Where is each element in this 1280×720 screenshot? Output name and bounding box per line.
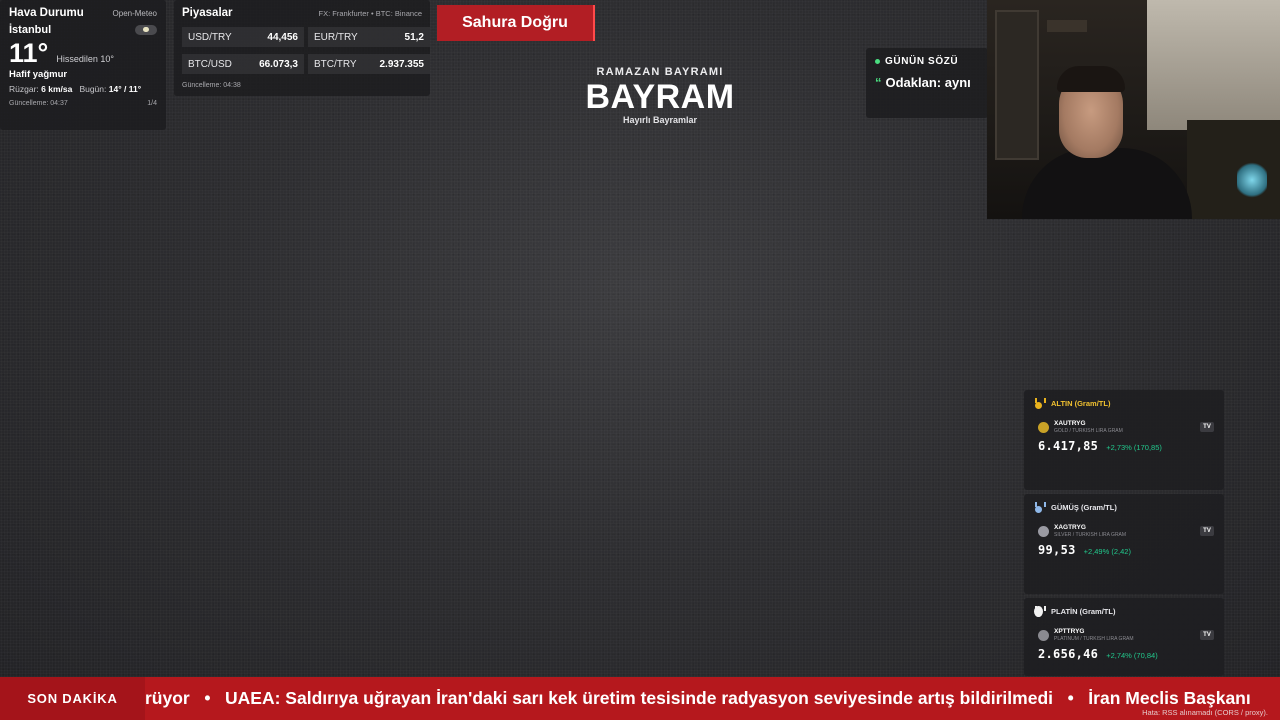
metal-card-gold: ALTIN (Gram/TL) XAUTRYG GOLD / TURKISH L… bbox=[1024, 390, 1224, 490]
medal-icon bbox=[1034, 398, 1046, 409]
tradingview-logo-icon[interactable]: TV bbox=[1200, 630, 1214, 640]
metal-price: 99,53 bbox=[1038, 543, 1076, 557]
breaking-news-text: rüyor • UAEA: Saldırıya uğrayan İran'dak… bbox=[145, 688, 1251, 708]
market-value: 51,2 bbox=[404, 31, 424, 43]
today-label: Bugün: bbox=[79, 84, 107, 94]
metal-title: GÜMÜŞ (Gram/TL) bbox=[1051, 503, 1117, 512]
market-eur-try: EUR/TRY 51,2 bbox=[308, 27, 430, 47]
weather-page-indicator: 1/4 bbox=[147, 100, 157, 107]
bayram-title-block: RAMAZAN BAYRAMI BAYRAM Hayırlı Bayramlar bbox=[560, 66, 760, 125]
live-dot-icon bbox=[875, 59, 880, 64]
metal-header: GÜMÜŞ (Gram/TL) bbox=[1034, 502, 1214, 513]
webcam-person-body bbox=[1022, 148, 1192, 219]
webcam-shelf bbox=[1047, 20, 1087, 32]
weather-temperature: 11° bbox=[9, 38, 49, 68]
metal-title: PLATİN (Gram/TL) bbox=[1051, 607, 1116, 616]
metal-ticker: XAGTRYG bbox=[1054, 524, 1086, 531]
wind-label: Rüzgar: bbox=[9, 84, 39, 94]
bayram-headline: BAYRAM bbox=[585, 78, 735, 116]
markets-widget: Piyasalar FX: Frankfurter • BTC: Binance… bbox=[174, 0, 430, 96]
market-symbol: BTC/TRY bbox=[314, 58, 357, 70]
weather-title: Hava Durumu bbox=[9, 7, 84, 19]
bayram-overline: RAMAZAN BAYRAMI bbox=[596, 66, 724, 78]
wind-value: 6 km/sa bbox=[41, 84, 73, 94]
ticker-error-message: Hata: RSS alınamadı (CORS / proxy). bbox=[1142, 708, 1268, 717]
metal-symbol-row: XAUTRYG GOLD / TURKISH LIRA GRAM TV bbox=[1038, 420, 1214, 434]
market-btc-usd: BTC/USD 66.073,3 bbox=[182, 54, 304, 74]
weather-updated: Güncelleme: 04:37 bbox=[9, 100, 68, 107]
weather-widget: Hava Durumu Open-Meteo İstanbul 11° Hiss… bbox=[0, 0, 166, 130]
metal-description: SILVER / TURKISH LIRA GRAM bbox=[1054, 532, 1127, 538]
markets-source: FX: Frankfurter • BTC: Binance bbox=[318, 9, 423, 18]
webcam-window bbox=[1147, 0, 1280, 130]
metal-header: ALTIN (Gram/TL) bbox=[1034, 398, 1214, 409]
quote-label-row: GÜNÜN SÖZÜ bbox=[875, 56, 979, 67]
webcam-lamp bbox=[1237, 160, 1267, 200]
quote-of-day-widget: GÜNÜN SÖZÜ “Odaklan: aynı bbox=[866, 48, 988, 118]
metal-ticker: XPTTRYG bbox=[1054, 628, 1085, 635]
metal-title: ALTIN (Gram/TL) bbox=[1051, 399, 1111, 408]
breaking-news-label: SON DAKİKA bbox=[0, 677, 145, 720]
webcam-door bbox=[995, 10, 1039, 160]
metal-header: PLATİN (Gram/TL) bbox=[1034, 606, 1214, 617]
metal-price: 6.417,85 bbox=[1038, 439, 1099, 453]
market-symbol: EUR/TRY bbox=[314, 31, 358, 43]
cloud-sun-icon bbox=[135, 25, 157, 35]
webcam-person-hair bbox=[1057, 66, 1125, 92]
today-value: 14° / 11° bbox=[108, 84, 142, 94]
market-value: 44,456 bbox=[267, 31, 298, 43]
market-value: 2.937.355 bbox=[379, 58, 425, 70]
weather-condition: Hafif yağmur bbox=[9, 69, 68, 80]
tradingview-logo-icon[interactable]: TV bbox=[1200, 526, 1214, 536]
weather-source: Open-Meteo bbox=[112, 9, 157, 18]
weather-details: Rüzgar: 6 km/sa Bugün: 14° / 11° bbox=[9, 84, 157, 94]
quote-text-row: “Odaklan: aynı bbox=[875, 75, 979, 90]
metal-description: GOLD / TURKISH LIRA GRAM bbox=[1054, 428, 1123, 434]
market-usd-try: USD/TRY 44,456 bbox=[182, 27, 304, 47]
markets-updated: Güncelleme: 04:38 bbox=[182, 82, 241, 89]
quote-label: GÜNÜN SÖZÜ bbox=[885, 56, 959, 67]
sahur-countdown-badge: Sahura Doğru bbox=[437, 5, 595, 41]
platinum-circle-icon bbox=[1034, 606, 1046, 617]
breaking-news-ticker: SON DAKİKA rüyor • UAEA: Saldırıya uğray… bbox=[0, 677, 1280, 720]
metal-card-platinum: PLATİN (Gram/TL) XPTTRYG PLATINUM / TURK… bbox=[1024, 598, 1224, 676]
market-btc-try: BTC/TRY 2.937.355 bbox=[308, 54, 430, 74]
metal-description: PLATINUM / TURKISH LIRA GRAM bbox=[1054, 636, 1134, 642]
metal-change: +2,73% (170,85) bbox=[1106, 443, 1162, 452]
metal-price: 2.656,46 bbox=[1038, 647, 1099, 661]
bayram-subtitle: Hayırlı Bayramlar bbox=[622, 115, 698, 125]
quote-mark-icon: “ bbox=[875, 75, 882, 90]
platinum-coin-icon bbox=[1038, 629, 1049, 641]
metal-card-silver: GÜMÜŞ (Gram/TL) XAGTRYG SILVER / TURKISH… bbox=[1024, 494, 1224, 594]
quote-text: Odaklan: aynı bbox=[885, 75, 971, 90]
metal-change: +2,49% (2,42) bbox=[1083, 547, 1131, 556]
market-symbol: BTC/USD bbox=[188, 58, 232, 70]
webcam-feed bbox=[987, 0, 1280, 219]
market-symbol: USD/TRY bbox=[188, 31, 232, 43]
medal-icon bbox=[1034, 502, 1046, 513]
markets-title: Piyasalar bbox=[182, 7, 233, 19]
gold-coin-icon bbox=[1038, 421, 1049, 433]
metal-ticker: XAUTRYG bbox=[1054, 420, 1086, 427]
silver-coin-icon bbox=[1038, 525, 1049, 537]
tradingview-logo-icon[interactable]: TV bbox=[1200, 422, 1214, 432]
weather-city: İstanbul bbox=[9, 24, 52, 36]
metal-change: +2,74% (70,84) bbox=[1106, 651, 1158, 660]
weather-feels-like: Hissedilen 10° bbox=[56, 54, 114, 64]
metal-symbol-row: XAGTRYG SILVER / TURKISH LIRA GRAM TV bbox=[1038, 524, 1214, 538]
market-value: 66.073,3 bbox=[259, 58, 298, 70]
metal-symbol-row: XPTTRYG PLATINUM / TURKISH LIRA GRAM TV bbox=[1038, 628, 1214, 642]
